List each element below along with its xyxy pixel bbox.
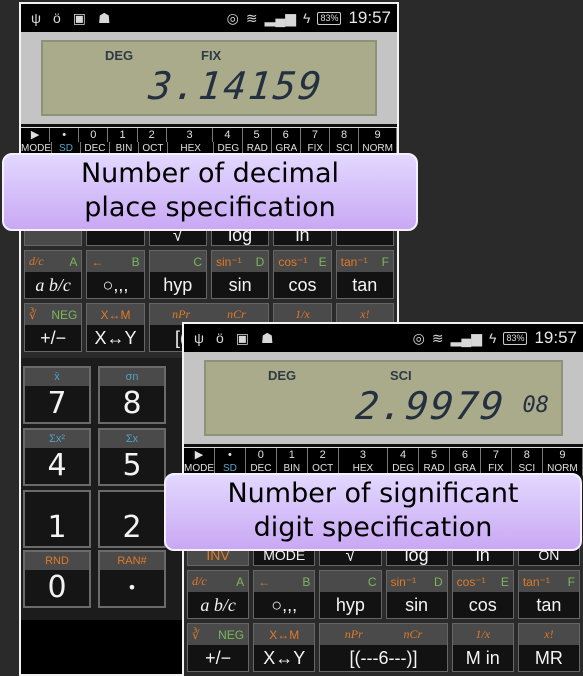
key-7[interactable]: x̄ 7 xyxy=(23,366,91,424)
key-mr[interactable]: x!MR xyxy=(517,623,580,672)
key-4[interactable]: Σx² 4 xyxy=(23,428,91,486)
function-keypad: INV MODE √ log ln ON d/c Aa b/c ← B ○,,, Ch… xyxy=(184,536,583,676)
mode-key[interactable]: 7 xyxy=(301,128,330,142)
clock: 19:57 xyxy=(348,8,391,27)
display-exponent: 08 xyxy=(522,393,550,418)
mode-key[interactable]: 0 xyxy=(79,128,109,142)
key-tan[interactable]: tan⁻¹ Ftan xyxy=(517,570,580,619)
mode-key[interactable]: ▶ xyxy=(184,448,215,462)
angle-indicator: DEG xyxy=(268,368,297,383)
callout-significant-digits: Number of significant digit specificatio… xyxy=(164,473,582,551)
mode-key[interactable]: 4 xyxy=(388,448,420,462)
key-paren[interactable]: nPrnCr[(---6---)] xyxy=(319,623,448,672)
battery-level: 83% xyxy=(503,331,528,345)
lightbulb-icon: ö xyxy=(52,10,61,26)
key-decimal[interactable]: RAN# • xyxy=(98,550,166,608)
mode-key[interactable]: 7 xyxy=(481,448,512,462)
mode-key-row-top: ▶ • 0 1 2 3 4 5 6 7 8 9 xyxy=(184,448,583,462)
key-negate[interactable]: ∛ NEG +/− xyxy=(24,303,83,352)
mode-indicator: FIX xyxy=(201,48,222,63)
mode-key[interactable]: 9 xyxy=(359,128,397,142)
key-dms[interactable]: ← B ○,,, xyxy=(253,570,316,619)
key-1[interactable]: 1 xyxy=(23,490,91,548)
mode-key[interactable]: 2 xyxy=(308,448,339,462)
alarm-icon: ◎ xyxy=(226,10,239,26)
mode-key-row-top: ▶ • 0 1 2 3 4 5 6 7 8 9 xyxy=(21,128,397,142)
mode-key[interactable]: 9 xyxy=(543,448,583,462)
callout-line: Number of significant xyxy=(227,478,519,509)
clock: 19:57 xyxy=(534,328,577,347)
android-icon: ☗ xyxy=(261,330,274,346)
mode-key[interactable]: 8 xyxy=(512,448,543,462)
key-hyp[interactable]: Chyp xyxy=(319,570,382,619)
key-cos[interactable]: cos⁻¹ Ecos xyxy=(451,570,514,619)
display-value: 2.9979 xyxy=(353,384,508,428)
mode-key[interactable]: 3 xyxy=(339,448,389,462)
key-5[interactable]: Σx 5 xyxy=(98,428,166,486)
key-tan[interactable]: tan⁻¹ Ftan xyxy=(335,250,394,299)
key-dms[interactable]: ← B ○,,, xyxy=(86,250,145,299)
callout-line: place specification xyxy=(84,192,336,223)
lcd-display: DEG SCI 2.9979 08 xyxy=(204,360,563,436)
mode-key[interactable]: • xyxy=(215,448,246,462)
status-bar: ψ ö ▣ ☗ ◎ ≋ ▂▄▆ ϟ 83% 19:57 xyxy=(184,324,583,352)
status-bar: ψ ö ▣ ☗ ◎ ≋ ▂▄▆ ϟ 83% 19:57 xyxy=(21,4,397,32)
wifi-icon: ≋ xyxy=(431,330,444,346)
callout-line: digit specification xyxy=(253,512,493,543)
key-negate[interactable]: ∛ NEG +/− xyxy=(187,623,250,672)
display-value: 3.14159 xyxy=(146,64,326,108)
battery-level: 83% xyxy=(317,11,342,25)
image-icon: ▣ xyxy=(72,10,87,26)
signal-icon: ▂▄▆ xyxy=(264,10,297,26)
mode-key[interactable]: ▶ xyxy=(21,128,51,142)
display-area: DEG FIX 3.14159 xyxy=(21,32,397,124)
mode-key[interactable]: 6 xyxy=(450,448,481,462)
usb-icon: ψ xyxy=(194,330,204,346)
mode-key[interactable]: 3 xyxy=(167,128,214,142)
mode-key[interactable]: 5 xyxy=(419,448,450,462)
mode-indicator: SCI xyxy=(390,368,412,383)
image-icon: ▣ xyxy=(235,330,250,346)
lightbulb-icon: ö xyxy=(215,330,224,346)
key-cos[interactable]: cos⁻¹ Ecos xyxy=(273,250,332,299)
key-swap[interactable]: X↔M X↔Y xyxy=(253,623,316,672)
signal-icon: ▂▄▆ xyxy=(450,330,483,346)
key-hyp[interactable]: Chyp xyxy=(148,250,207,299)
key-0[interactable]: RND 0 xyxy=(23,550,91,608)
android-icon: ☗ xyxy=(98,10,111,26)
charging-icon: ϟ xyxy=(489,330,497,346)
mode-key[interactable]: 6 xyxy=(272,128,301,142)
mode-key[interactable]: 1 xyxy=(277,448,308,462)
charging-icon: ϟ xyxy=(303,10,311,26)
angle-indicator: DEG xyxy=(105,48,134,63)
key-swap[interactable]: X↔M X↔Y xyxy=(86,303,145,352)
usb-icon: ψ xyxy=(31,10,41,26)
wifi-icon: ≋ xyxy=(245,10,258,26)
key-8[interactable]: σn 8 xyxy=(98,366,166,424)
lcd-display: DEG FIX 3.14159 xyxy=(41,40,377,116)
key-fraction[interactable]: d/c Aa b/c xyxy=(24,250,83,299)
key-sin[interactable]: sin⁻¹ Dsin xyxy=(385,570,448,619)
callout-decimal-places: Number of decimal place specification xyxy=(2,153,418,231)
mode-key[interactable]: 0 xyxy=(246,448,277,462)
key-min[interactable]: 1/xM in xyxy=(451,623,514,672)
alarm-icon: ◎ xyxy=(412,330,425,346)
key-fraction[interactable]: d/c Aa b/c xyxy=(187,570,250,619)
key-sin[interactable]: sin⁻¹ Dsin xyxy=(210,250,270,299)
callout-line: Number of decimal xyxy=(80,158,340,189)
mode-key[interactable]: • xyxy=(50,128,80,142)
mode-key[interactable]: 5 xyxy=(243,128,272,142)
mode-key[interactable]: 2 xyxy=(138,128,167,142)
display-area: DEG SCI 2.9979 08 xyxy=(184,352,583,444)
mode-key[interactable]: 1 xyxy=(108,128,138,142)
mode-key[interactable]: 4 xyxy=(213,128,243,142)
key-2[interactable]: 2 xyxy=(98,490,166,548)
mode-key[interactable]: 8 xyxy=(330,128,360,142)
